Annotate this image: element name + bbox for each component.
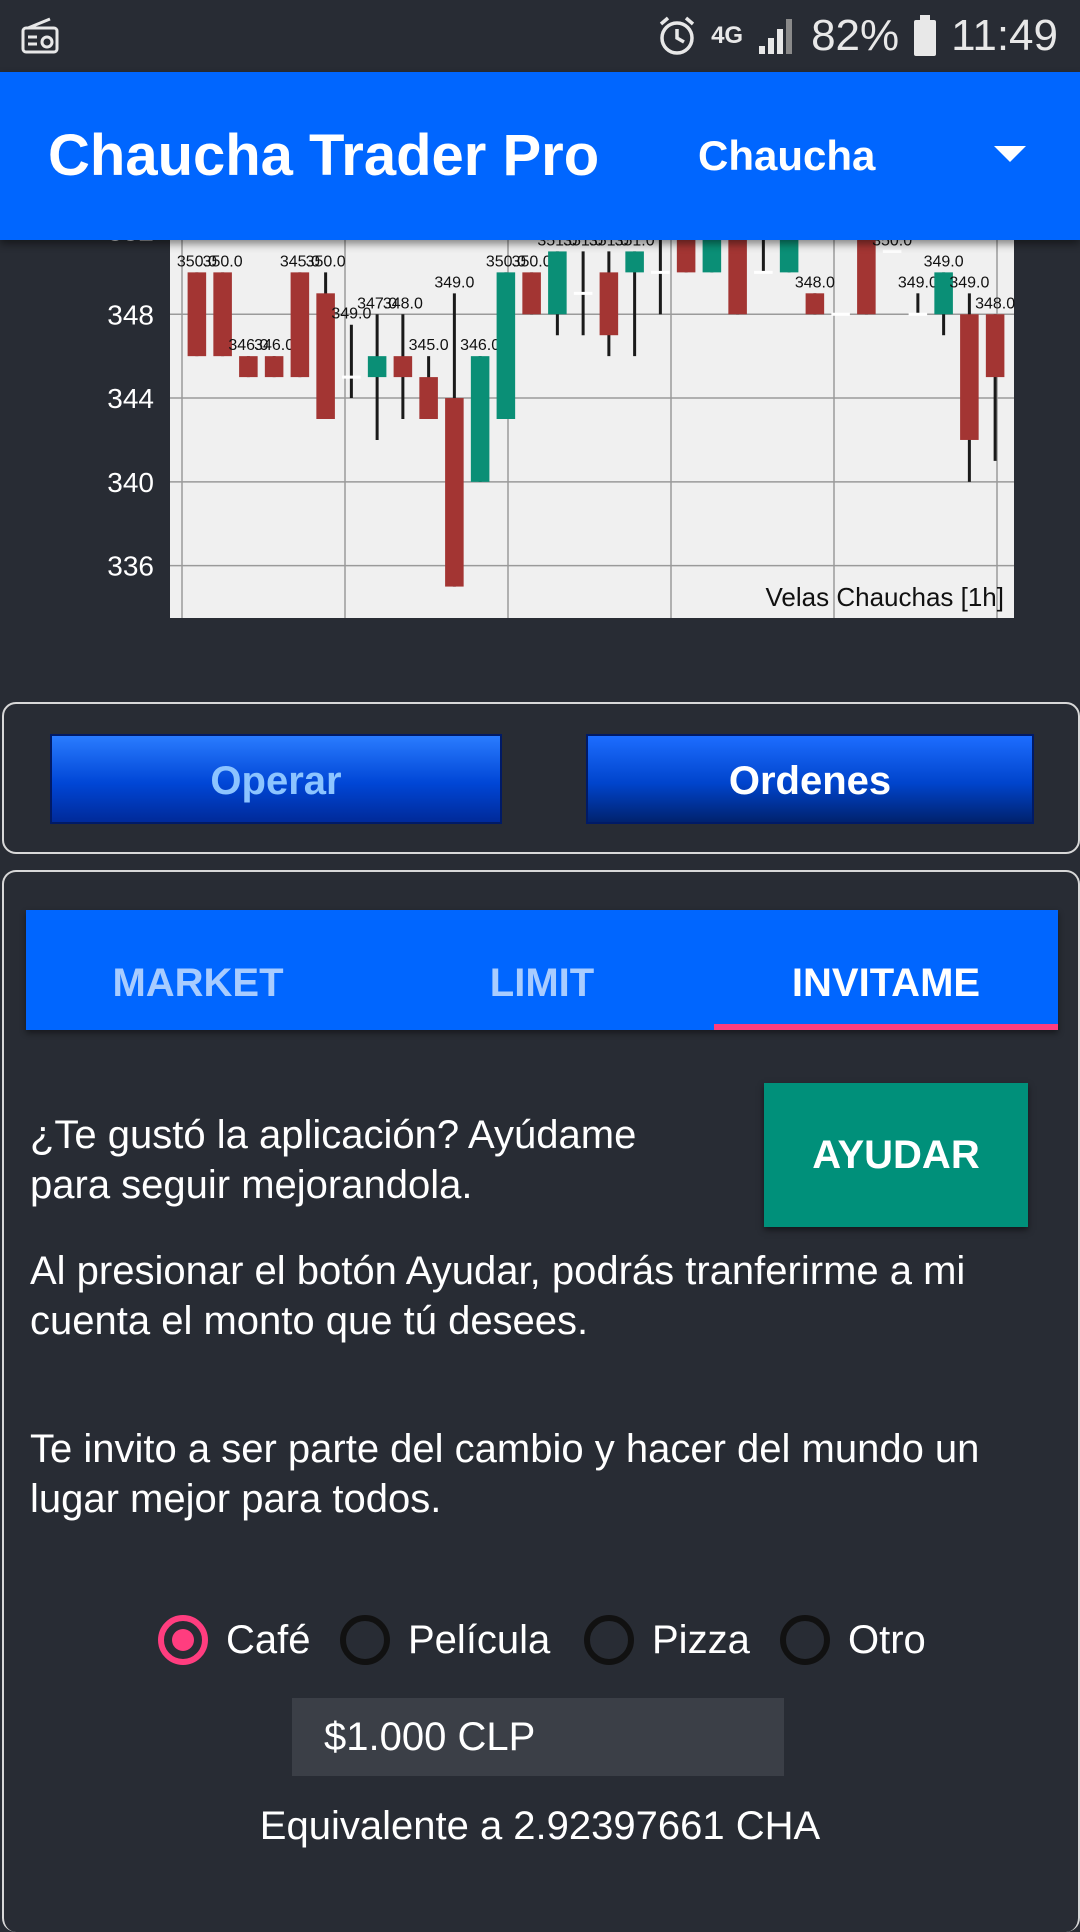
donation-options: Café Película Pizza Otro (0, 1600, 1080, 1680)
candle-body (625, 251, 644, 273)
candle-value-label: 350.0 (203, 253, 243, 270)
candle-body (960, 314, 979, 440)
invite-question: ¿Te gustó la aplicación? Ayúdame para se… (30, 1113, 637, 1207)
candle-body (805, 293, 825, 315)
tab-indicator (714, 1024, 1058, 1030)
radio-pizza[interactable]: Pizza (584, 1600, 750, 1680)
candle-value-label: 350.0 (512, 253, 552, 270)
candle-body (496, 272, 516, 419)
candle-body (728, 230, 747, 315)
radio-icon (20, 16, 60, 56)
radio-cafe-label: Café (226, 1617, 311, 1662)
tab-limit[interactable]: LIMIT (370, 910, 714, 1030)
candle-body (264, 356, 284, 378)
signal-icon (757, 16, 797, 56)
chart-title: Velas Chauchas [1h] (766, 582, 1005, 612)
operar-button[interactable]: Operar (50, 734, 502, 824)
candle-body (548, 251, 567, 315)
pair-dropdown[interactable]: Chaucha (690, 72, 1050, 240)
clock: 11:49 (951, 11, 1058, 60)
status-icons: 4G 82% 11:49 (657, 8, 1058, 64)
candle-body (419, 377, 438, 419)
candle-body (290, 272, 310, 378)
chart-y-tick-label: 348 (107, 299, 154, 330)
app-title: Chaucha Trader Pro (48, 123, 600, 188)
tab-market[interactable]: MARKET (26, 910, 370, 1030)
tab-bar: MARKET LIMIT INVITAME (26, 910, 1058, 1030)
radio-otro-label: Otro (848, 1617, 926, 1662)
amount-field[interactable]: $1.000 CLP (292, 1698, 784, 1776)
candle-body (187, 272, 207, 357)
radio-otro[interactable]: Otro (780, 1600, 926, 1680)
chart-y-tick-label: 336 (107, 551, 154, 582)
radio-pelicula-label: Película (408, 1617, 551, 1662)
radio-pizza-label: Pizza (652, 1617, 750, 1662)
candle-value-label: 348.0 (975, 295, 1015, 312)
candle-body (985, 314, 1005, 378)
candle-value-label: 346.0 (254, 337, 294, 354)
app-bar: Chaucha Trader Pro Chaucha (0, 72, 1080, 240)
chart-y-tick-label: 344 (107, 383, 154, 414)
radio-otro-circle (780, 1615, 830, 1665)
candle-body (445, 398, 464, 587)
radio-pelicula[interactable]: Película (340, 1600, 550, 1680)
network-type: 4G (711, 22, 744, 49)
battery-percent: 82% (811, 11, 900, 60)
radio-pizza-circle (584, 1615, 634, 1665)
candle-value-label: 350.0 (306, 253, 346, 270)
candle-value-label: 349.0 (924, 253, 964, 270)
candle-value-label: 349.0 (434, 274, 474, 291)
ayudar-button[interactable]: AYUDAR (764, 1083, 1028, 1227)
radio-cafe[interactable]: Café (158, 1600, 311, 1680)
alarm-icon (657, 15, 697, 57)
pair-selected-label: Chaucha (698, 132, 876, 179)
candle-value-label: 346.0 (460, 337, 500, 354)
candle-value-label: 345.0 (409, 337, 449, 354)
candle-body (522, 272, 541, 315)
battery-icon (913, 15, 937, 57)
candle-body (393, 356, 413, 378)
radio-cafe-circle (158, 1615, 208, 1665)
candlestick-chart[interactable]: 336340344348352350.0350.0346.0346.0345.0… (0, 220, 1080, 630)
invite-paragraph-1: Al presionar el botón Ayudar, podrás tra… (30, 1249, 966, 1343)
mode-buttons-panel: Operar Ordenes (2, 702, 1080, 854)
candle-body (599, 272, 619, 336)
chart-canvas: 336340344348352350.0350.0346.0346.0345.0… (107, 220, 1015, 618)
candle-body (470, 356, 490, 482)
candle-value-label: 349.0 (898, 274, 938, 291)
candle-value-label: 348.0 (383, 295, 423, 312)
candle-body (367, 356, 387, 378)
candle-body (239, 356, 258, 378)
tab-invitame[interactable]: INVITAME (714, 910, 1058, 1030)
radio-pelicula-circle (340, 1615, 390, 1665)
dropdown-arrow-icon (994, 146, 1026, 162)
ordenes-button[interactable]: Ordenes (586, 734, 1034, 824)
chart-y-tick-label: 340 (107, 467, 154, 498)
status-bar: 4G 82% 11:49 (0, 0, 1080, 72)
invite-paragraph-2: Te invito a ser parte del cambio y hacer… (30, 1427, 980, 1521)
equivalent-amount: Equivalente a 2.92397661 CHA (259, 1804, 821, 1848)
candle-value-label: 349.0 (949, 274, 989, 291)
candle-value-label: 348.0 (795, 274, 835, 291)
